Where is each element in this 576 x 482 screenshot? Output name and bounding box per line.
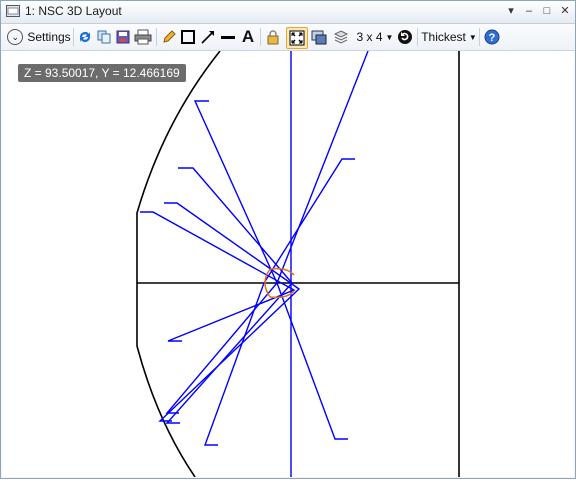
layout-window-icon: [6, 5, 20, 17]
window-options-icon[interactable]: [310, 27, 328, 47]
fit-to-window-icon[interactable]: [286, 27, 308, 49]
settings-label: Settings: [27, 30, 71, 44]
window-title: 1: NSC 3D Layout: [25, 4, 122, 18]
svg-text:?: ?: [489, 32, 496, 44]
text-tool-icon[interactable]: A: [239, 27, 257, 47]
caret-down-icon: ▼: [468, 32, 477, 42]
refresh-icon[interactable]: [76, 27, 94, 47]
toolbar-separator: [156, 28, 157, 46]
ray-group: [140, 50, 369, 477]
nsc-3d-layout-window: 1: NSC 3D Layout ▾ – □ ✕ ⌄ Settings A 3 …: [0, 0, 576, 479]
toolbar-separator: [479, 28, 480, 46]
layout-grid-label: 3 x 4: [356, 30, 383, 44]
print-icon[interactable]: [133, 27, 153, 47]
line-thickness-label: Thickest: [421, 30, 466, 44]
toolbar-separator: [260, 28, 261, 46]
copy-icon[interactable]: [95, 27, 113, 47]
lock-icon[interactable]: [264, 27, 282, 47]
line-icon[interactable]: [219, 27, 237, 47]
layers-icon[interactable]: [332, 27, 350, 47]
settings-button[interactable]: ⌄ Settings: [7, 27, 71, 47]
maximize-icon[interactable]: □: [538, 3, 556, 19]
rotate-icon[interactable]: [396, 27, 414, 47]
caret-down-icon: ▼: [385, 32, 394, 42]
chevron-down-icon: ⌄: [7, 29, 24, 45]
pencil-icon[interactable]: [160, 27, 178, 47]
save-icon[interactable]: [114, 27, 132, 47]
layout-plot-canvas[interactable]: [2, 50, 574, 478]
close-icon[interactable]: ✕: [556, 3, 574, 19]
layout-grid-dropdown[interactable]: 3 x 4 ▼: [356, 27, 394, 47]
toolbar-separator: [417, 28, 418, 46]
dropdown-icon[interactable]: ▾: [502, 3, 520, 19]
toolbar-separator: [73, 28, 74, 46]
line-thickness-dropdown[interactable]: Thickest ▼: [421, 27, 477, 47]
minimize-icon[interactable]: –: [520, 3, 538, 19]
help-icon[interactable]: ?: [483, 27, 501, 47]
arrow-line-icon[interactable]: [199, 27, 217, 47]
rectangle-icon[interactable]: [179, 27, 197, 47]
title-bar[interactable]: 1: NSC 3D Layout ▾ – □ ✕: [1, 1, 575, 24]
toolbar: ⌄ Settings A 3 x 4 ▼ Thickest ▼ ?: [1, 24, 575, 51]
coordinate-readout: Z = 93.50017, Y = 12.466169: [18, 64, 186, 82]
layout-drawing[interactable]: [2, 50, 574, 478]
